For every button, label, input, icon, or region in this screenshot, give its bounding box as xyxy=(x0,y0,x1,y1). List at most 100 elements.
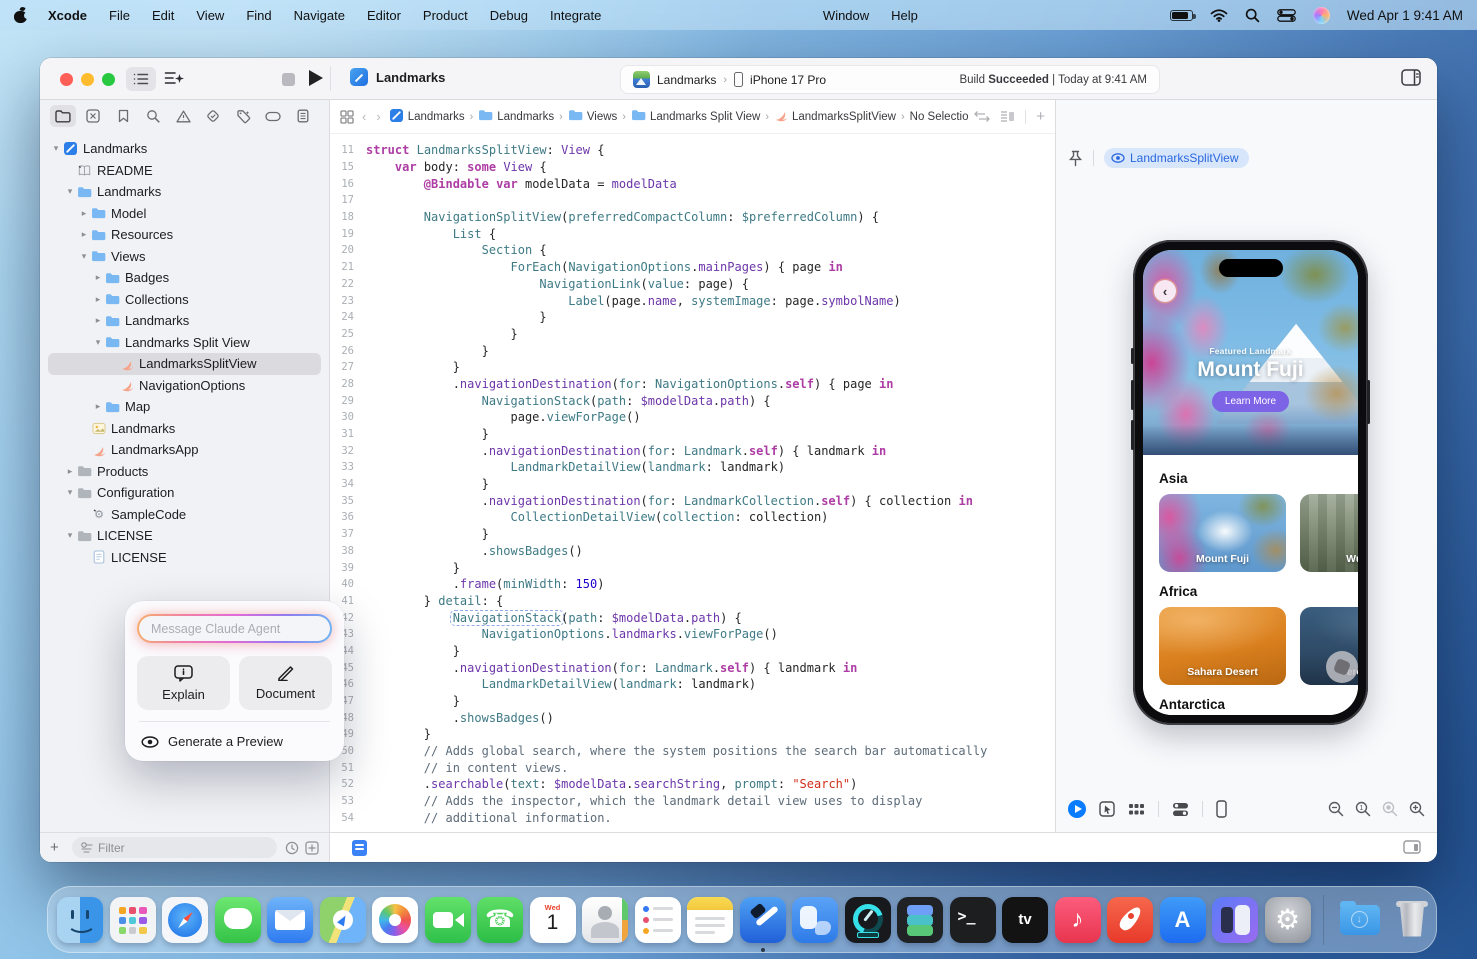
sidebar-item-views[interactable]: ▾Views xyxy=(40,246,329,268)
code-line-20[interactable]: 20 Section { xyxy=(330,242,1055,259)
code-line-51[interactable]: 51 // in content views. xyxy=(330,759,1055,776)
sidebar-item-landmarks-split-view[interactable]: ▾Landmarks Split View xyxy=(40,332,329,354)
code-line-40[interactable]: 40 .frame(minWidth: 150) xyxy=(330,576,1055,593)
disclosure-chevron[interactable]: ▾ xyxy=(64,186,76,197)
live-preview-play-icon[interactable] xyxy=(1068,800,1086,818)
code-line-34[interactable]: 34 } xyxy=(330,476,1055,493)
scm-status-filter-icon[interactable] xyxy=(305,841,319,855)
dock-contacts-icon[interactable] xyxy=(582,897,628,943)
code-line-41[interactable]: 41 } detail: { xyxy=(330,593,1055,610)
code-line-45[interactable]: 45 .navigationDestination(for: Landmark.… xyxy=(330,659,1055,676)
iphone-preview[interactable]: ‹ Featured Landmark Mount Fuji Learn Mor… xyxy=(1133,240,1368,725)
navigator-tab-reports[interactable] xyxy=(290,105,316,127)
sidebar-item-badges[interactable]: ▸Badges xyxy=(40,267,329,289)
zoom-button[interactable] xyxy=(102,73,115,86)
code-line-27[interactable]: 27 } xyxy=(330,359,1055,376)
sidebar-item-readme[interactable]: README xyxy=(40,160,329,182)
code-line-32[interactable]: 32 .navigationDestination(for: Landmark.… xyxy=(330,442,1055,459)
back-chevron[interactable]: ‹ xyxy=(360,109,368,124)
claude-message-input[interactable]: Message Claude Agent xyxy=(137,614,332,643)
disclosure-chevron[interactable]: ▸ xyxy=(92,294,104,305)
breadcrumb-no-selection[interactable]: No Selection xyxy=(910,111,969,123)
dock-facetime-icon[interactable] xyxy=(425,897,471,943)
dock-terminal-icon[interactable]: >_ xyxy=(950,897,996,943)
generate-preview-button[interactable]: Generate a Preview xyxy=(137,730,332,751)
menu-edit[interactable]: Edit xyxy=(152,8,174,23)
canvas-device-toggle-icon[interactable] xyxy=(1403,840,1421,859)
code-line-23[interactable]: 23 Label(page.name, systemImage: page.sy… xyxy=(330,292,1055,309)
landmark-card-sahara-desert[interactable]: Sahara Desert xyxy=(1159,607,1286,685)
pinned-view-badge[interactable]: LandmarksSplitView xyxy=(1104,148,1249,168)
navigator-tab-find[interactable] xyxy=(140,105,166,127)
breadcrumb-landmarks[interactable]: Landmarks xyxy=(389,108,465,126)
dock-music-icon[interactable]: ♪ xyxy=(1055,897,1101,943)
menu-integrate[interactable]: Integrate xyxy=(550,8,601,23)
sidebar-item-navigationoptions[interactable]: NavigationOptions xyxy=(40,375,329,397)
battery-icon[interactable] xyxy=(1170,10,1193,21)
run-button[interactable] xyxy=(309,70,323,86)
code-line-37[interactable]: 37 } xyxy=(330,526,1055,543)
sidebar-item-samplecode[interactable]: ⚙SampleCode xyxy=(40,504,329,526)
dock-messages-icon[interactable] xyxy=(215,897,261,943)
dock-notes-icon[interactable] xyxy=(687,897,733,943)
sidebar-item-resources[interactable]: ▸Resources xyxy=(40,224,329,246)
code-line-36[interactable]: 36 CollectionDetailView(collection: coll… xyxy=(330,509,1055,526)
disclosure-chevron[interactable]: ▸ xyxy=(92,315,104,326)
menu-navigate[interactable]: Navigate xyxy=(294,8,345,23)
minimap-icon[interactable] xyxy=(1000,110,1015,123)
landmark-card-mount-fuji[interactable]: Mount Fuji xyxy=(1159,494,1286,572)
menu-debug[interactable]: Debug xyxy=(490,8,528,23)
control-center-icon[interactable] xyxy=(1277,9,1296,22)
disclosure-chevron[interactable]: ▸ xyxy=(92,401,104,412)
code-line-35[interactable]: 35 .navigationDestination(for: LandmarkC… xyxy=(330,492,1055,509)
zoom-in-icon[interactable] xyxy=(1409,801,1425,817)
navigator-tab-source-control[interactable] xyxy=(80,105,106,127)
device-iphone-icon[interactable] xyxy=(1216,800,1227,818)
add-editor-icon[interactable]: + xyxy=(1036,108,1045,125)
sidebar-item-license[interactable]: ▾LICENSE xyxy=(40,525,329,547)
dock-phone-icon[interactable]: ☎ xyxy=(477,897,523,943)
navigator-tab-tests[interactable] xyxy=(200,105,226,127)
counterparts-icon[interactable] xyxy=(974,110,990,123)
breadcrumb-landmarks-split-view[interactable]: Landmarks Split View xyxy=(631,109,760,124)
navigator-tab-bookmarks[interactable] xyxy=(110,105,136,127)
forward-chevron[interactable]: › xyxy=(374,109,382,124)
code-line-19[interactable]: 19 List { xyxy=(330,225,1055,242)
code-line-17[interactable]: 17 xyxy=(330,192,1055,209)
disclosure-chevron[interactable]: ▸ xyxy=(64,466,76,477)
navigator-tab-test-plans[interactable] xyxy=(230,105,256,127)
navigator-tab-issues[interactable] xyxy=(170,105,196,127)
menu-product[interactable]: Product xyxy=(423,8,468,23)
dock-photos-icon[interactable] xyxy=(372,897,418,943)
code-editor[interactable]: ‹ › Landmarks›Landmarks›Views›Landmarks … xyxy=(330,100,1055,832)
menu-clock[interactable]: Wed Apr 1 9:41 AM xyxy=(1347,8,1463,23)
menu-find[interactable]: Find xyxy=(246,8,271,23)
scheme-app[interactable]: Landmarks xyxy=(657,73,716,87)
zoom-actual-icon[interactable]: 1 xyxy=(1355,801,1371,817)
dock-launchpad-icon[interactable] xyxy=(110,897,156,943)
code-line-39[interactable]: 39 } xyxy=(330,559,1055,576)
code-line-44[interactable]: 44 } xyxy=(330,643,1055,660)
sidebar-item-landmarks[interactable]: ▾Landmarks xyxy=(40,181,329,203)
code-line-21[interactable]: 21 ForEach(NavigationOptions.mainPages) … xyxy=(330,259,1055,276)
code-line-54[interactable]: 54 // additional information. xyxy=(330,810,1055,827)
code-line-30[interactable]: 30 page.viewForPage() xyxy=(330,409,1055,426)
sidebar-item-landmarks[interactable]: Landmarks xyxy=(40,418,329,440)
menu-help[interactable]: Help xyxy=(891,8,918,23)
siri-icon[interactable] xyxy=(1313,7,1330,24)
dock-xcode-icon[interactable] xyxy=(740,897,786,943)
select-cursor-icon[interactable] xyxy=(1099,801,1115,817)
breakpoints-file-icon[interactable] xyxy=(352,840,367,856)
disclosure-chevron[interactable]: ▾ xyxy=(78,251,90,262)
dock-rocket-icon[interactable] xyxy=(1107,897,1153,943)
inspector-toggle-button[interactable] xyxy=(1401,69,1421,91)
disclosure-chevron[interactable]: ▾ xyxy=(92,337,104,348)
zoom-fit-icon[interactable] xyxy=(1382,801,1398,817)
landmark-card-serengeti[interactable]: Serengeti xyxy=(1300,607,1358,685)
device-settings-icon[interactable] xyxy=(1172,802,1189,817)
disclosure-chevron[interactable]: ▾ xyxy=(64,487,76,498)
dock-system-settings-icon[interactable]: ⚙ xyxy=(1265,897,1311,943)
back-button[interactable]: ‹ xyxy=(1154,280,1176,302)
wifi-icon[interactable] xyxy=(1210,9,1228,22)
disclosure-chevron[interactable]: ▸ xyxy=(92,272,104,283)
